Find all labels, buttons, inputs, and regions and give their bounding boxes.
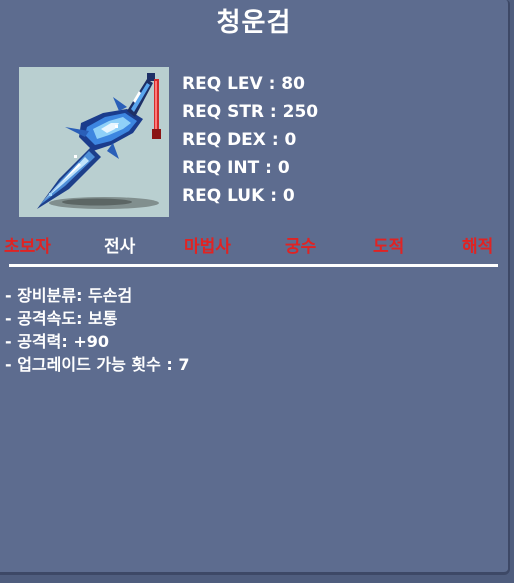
item-description: - 장비분류: 두손검 - 공격속도: 보통 - 공격력: +90 - 업그레이… <box>5 284 190 376</box>
attack-speed: - 공격속도: 보통 <box>5 309 118 328</box>
sword-icon <box>37 73 161 209</box>
req-level: REQ LEV : 80 <box>182 74 305 94</box>
job-pirate: 해적 <box>462 237 494 257</box>
requirements-list: REQ LEV : 80 REQ STR : 250 REQ DEX : 0 R… <box>182 70 318 210</box>
job-beginner: 초보자 <box>4 237 51 257</box>
attack-power: - 공격력: +90 <box>5 332 110 351</box>
item-tooltip: 청운검 REQ LEV: 80 REQ STR: 250 REQ DEX:… <box>0 0 510 575</box>
req-str: REQ STR : 250 <box>182 102 319 122</box>
job-warrior: 전사 <box>104 237 136 257</box>
req-dex: REQ DEX : 0 <box>182 130 297 150</box>
item-icon-frame <box>19 67 169 217</box>
item-name: 청운검 <box>216 8 292 38</box>
req-int: REQ INT : 0 <box>182 158 290 178</box>
job-magician: 마법사 <box>184 237 231 257</box>
job-thief: 도적 <box>373 237 405 257</box>
divider <box>9 264 498 267</box>
req-luk: REQ LUK : 0 <box>182 186 295 206</box>
equip-category: - 장비분류: 두손검 <box>5 286 133 305</box>
job-archer: 궁수 <box>285 237 317 257</box>
upgrade-slots: - 업그레이드 가능 횟수 : 7 <box>5 355 190 374</box>
job-list: 초보자 전사 마법사 궁수 도적 해적 <box>0 232 510 258</box>
